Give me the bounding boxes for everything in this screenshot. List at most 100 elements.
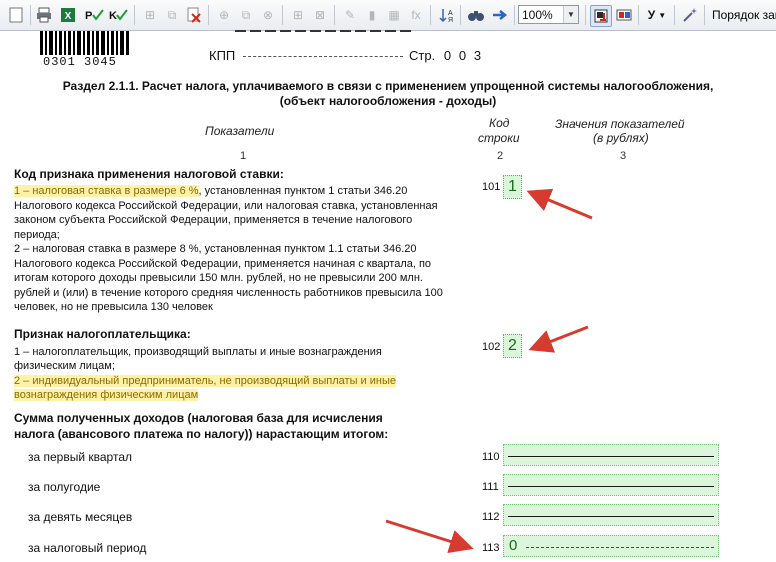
toolbar-separator <box>334 5 335 25</box>
income-field-110[interactable] <box>503 444 719 466</box>
line-code-110: 110 <box>482 451 500 463</box>
svg-text:X: X <box>65 11 72 22</box>
underline-label: У <box>647 8 656 22</box>
income-field-111[interactable] <box>503 474 719 496</box>
toolbar-separator <box>430 5 431 25</box>
col-indicators-header: Показатели <box>205 124 275 138</box>
payer-text: 1 – налогоплательщик, производящий выпла… <box>14 346 382 358</box>
payer-text: физическим лицам; <box>14 360 115 372</box>
col-number: 3 <box>620 150 627 162</box>
magic-wand-icon[interactable] <box>680 5 700 25</box>
highlighted-text: вознаграждения физическим лицам <box>14 389 199 401</box>
arrow-right-icon[interactable] <box>490 5 510 25</box>
toolbar-separator <box>638 5 639 25</box>
page-remove-icon[interactable]: ⊗ <box>258 5 278 25</box>
insert-row-icon[interactable]: ⊞ <box>288 5 308 25</box>
rate-text: Налогового кодекса Российской Федерации,… <box>14 258 432 270</box>
field-value: 0 <box>509 537 518 554</box>
page-digit: 0 <box>443 48 452 63</box>
excel-icon[interactable]: X <box>58 5 78 25</box>
page-number-field[interactable]: 0 0 3 <box>440 48 485 64</box>
col-values-header: (в рублях) <box>593 131 649 145</box>
kpp-field[interactable] <box>243 56 403 57</box>
highlighted-text: 1 – налоговая ставка в размере 6 % <box>14 185 199 197</box>
rate-text: человек, но не превысила 130 человек <box>14 301 213 313</box>
rate-text: Налогового кодекса Российской Федерации,… <box>14 200 438 212</box>
toolbar-separator <box>30 5 31 25</box>
fit-page-icon[interactable] <box>590 5 612 27</box>
rate-heading: Код признака применения налоговой ставки… <box>14 167 284 181</box>
line-code-112: 112 <box>482 511 500 523</box>
col-values-header: Значения показателей <box>555 117 685 131</box>
col-number: 1 <box>240 150 247 162</box>
zoom-select[interactable]: 100% ▼ <box>518 5 579 24</box>
svg-text:K: K <box>109 10 117 22</box>
add-page-icon[interactable]: ⊞ <box>140 5 160 25</box>
income-heading: Сумма полученных доходов (налоговая база… <box>14 411 383 425</box>
payer-code-field[interactable]: 2 <box>503 334 522 358</box>
page-copy-icon[interactable]: ⧉ <box>236 5 256 25</box>
toolbar-separator <box>585 5 586 25</box>
grid-icon[interactable]: ▦ <box>384 5 404 25</box>
section-title-line1: Раздел 2.1.1. Расчет налога, уплачиваемо… <box>62 79 714 93</box>
income-field-113[interactable]: 0 <box>503 535 719 557</box>
line-code-113: 113 <box>482 542 500 554</box>
kpp-label: КПП <box>209 48 236 63</box>
toolbar-separator <box>208 5 209 25</box>
toolbar-separator <box>460 5 461 25</box>
formula-label: fx <box>411 8 421 22</box>
order-button[interactable]: Порядок зап <box>712 8 776 22</box>
copy-page-icon[interactable]: ⧉ <box>162 5 182 25</box>
sort-icon[interactable]: AЯ <box>436 5 456 25</box>
rate-text: 2 – налоговая ставка в размере 8 %, уста… <box>14 243 417 255</box>
underline-dropdown[interactable]: У ▼ <box>644 5 670 25</box>
rate-option-1: 1 – налоговая ставка в размере 6 %, уста… <box>14 184 407 199</box>
rate-text: периода; <box>14 229 60 241</box>
chevron-down-icon[interactable]: ▼ <box>563 6 578 23</box>
toolbar-separator <box>282 5 283 25</box>
barcode-number: 0301 3045 <box>43 55 117 69</box>
rate-text: , установленная пунктом 1 статьи 346.20 <box>198 185 408 197</box>
payer-option-2: 2 – индивидуальный предприниматель, не п… <box>14 374 396 389</box>
toolbar: X P K ⊞ ⧉ ⊕ ⧉ ⊗ ⊞ ⊠ ✎ ▮ ▦ fx AЯ 100% ▼ У… <box>0 0 776 31</box>
rate-text: итогам которого доходы превысили 150 млн… <box>14 272 423 284</box>
new-doc-icon[interactable] <box>6 5 26 25</box>
row-label-110: за первый квартал <box>28 450 133 464</box>
rate-code-field[interactable]: 1 <box>503 175 522 199</box>
income-heading: налога (авансового платежа по налогу)) н… <box>14 427 389 441</box>
colors-icon[interactable] <box>614 5 634 25</box>
zoom-value: 100% <box>522 8 553 22</box>
svg-text:Я: Я <box>448 17 453 23</box>
col-code-header: Код <box>489 116 510 130</box>
toolbar-separator <box>134 5 135 25</box>
formula-icon[interactable]: fx <box>406 5 426 25</box>
payer-heading: Признак налогоплательщика: <box>14 327 191 341</box>
line-code-111: 111 <box>482 481 499 493</box>
rate-text: рублей и (или) в течение которого средня… <box>14 287 443 299</box>
line-code-102: 102 <box>482 341 501 353</box>
print-icon[interactable] <box>34 5 54 25</box>
row-label-112: за девять месяцев <box>28 510 133 524</box>
delete-page-icon[interactable] <box>184 5 204 25</box>
svg-text:P: P <box>85 10 92 22</box>
page-add-icon[interactable]: ⊕ <box>214 5 234 25</box>
page-digit: 0 <box>458 48 467 63</box>
check-k-icon[interactable]: K <box>108 5 128 25</box>
barcode <box>40 31 130 55</box>
page-digit: 3 <box>473 48 482 63</box>
toolbar-separator <box>704 5 705 25</box>
income-field-112[interactable] <box>503 504 719 526</box>
line-code-101: 101 <box>482 181 501 193</box>
field-icon[interactable]: ▮ <box>362 5 382 25</box>
edit-icon[interactable]: ✎ <box>340 5 360 25</box>
svg-text:A: A <box>448 10 453 17</box>
page-label: Стр. <box>409 48 436 63</box>
row-label-113: за налоговый период <box>28 541 147 555</box>
rate-text: законом субъекта Российской Федерации, п… <box>14 214 413 226</box>
toolbar-separator <box>674 5 675 25</box>
check-green-icon[interactable]: P <box>84 5 104 25</box>
delete-row-icon[interactable]: ⊠ <box>310 5 330 25</box>
binoculars-icon[interactable] <box>466 5 486 25</box>
col-number: 2 <box>497 150 504 162</box>
payer-option-2: вознаграждения физическим лицам <box>14 388 199 403</box>
